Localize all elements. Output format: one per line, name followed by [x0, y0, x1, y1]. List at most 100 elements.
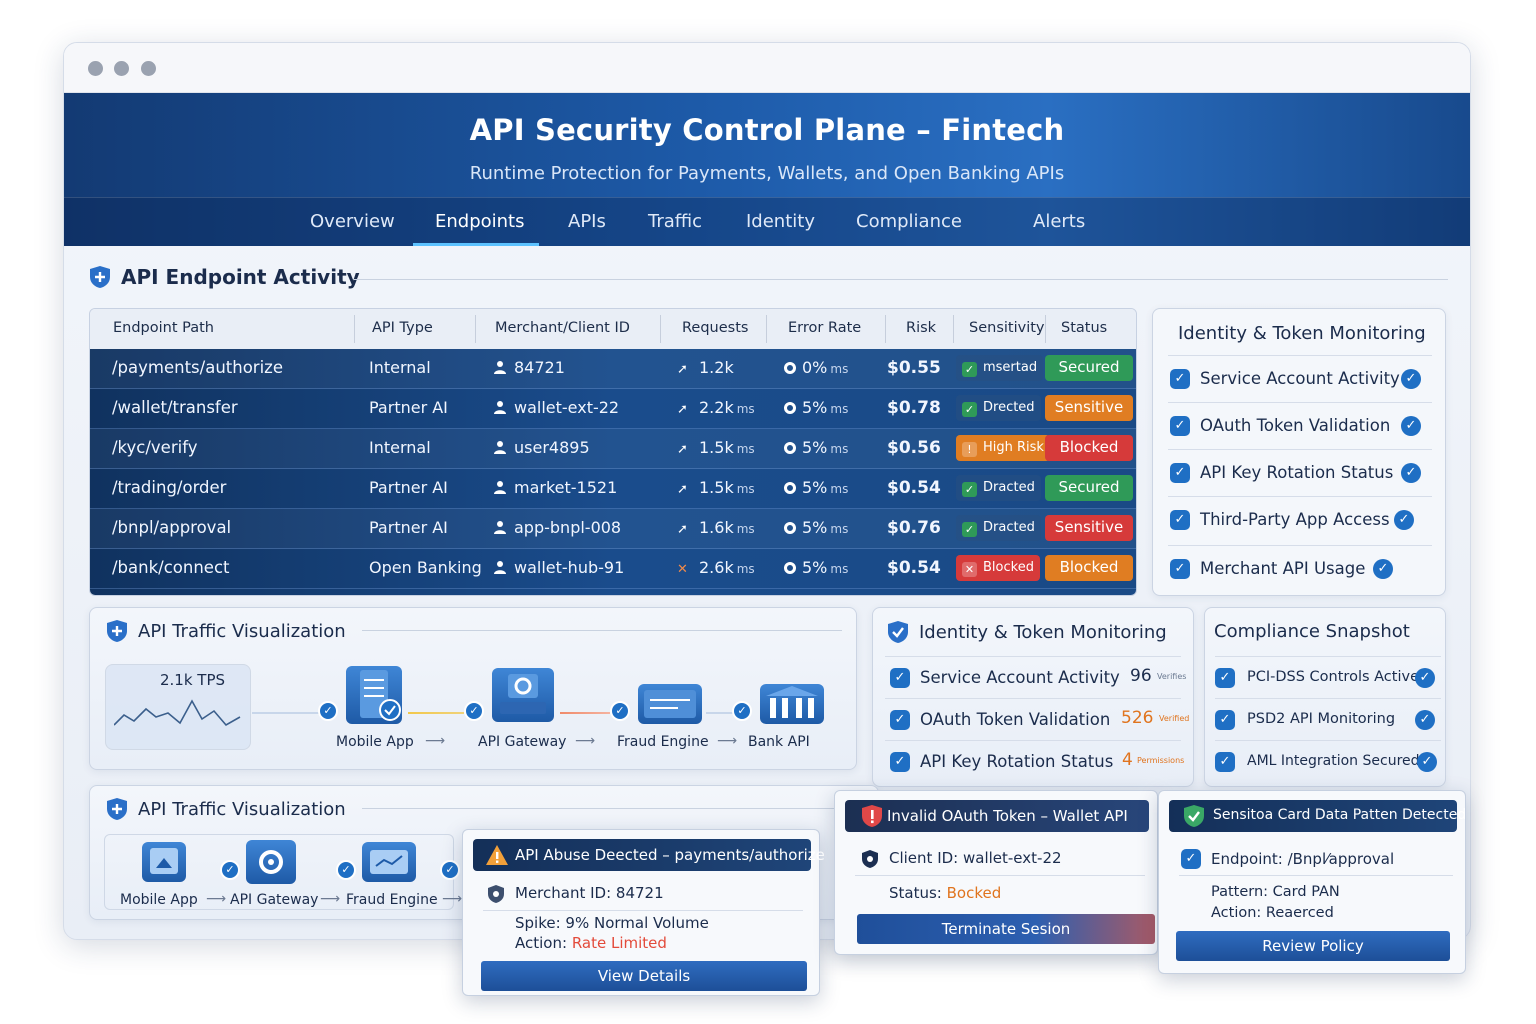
user-icon [494, 401, 506, 414]
status-badge[interactable]: Secured [1045, 355, 1133, 381]
table-row[interactable]: /bnpl/approval Partner AI app-bnpl-008 ➚ 1.6… [90, 509, 1136, 549]
col-error-rate[interactable]: Error Rate [788, 320, 861, 336]
shield-check-icon: ✓ [962, 522, 977, 537]
client-id: app-bnpl-008 [494, 518, 621, 537]
table-row[interactable]: /trading/order Partner AI market-1521 ➚ 1.5k… [90, 469, 1136, 509]
alert-status: Status: Bocked [889, 884, 1001, 902]
compliance-item-aml[interactable]: ✓ AML Integration Secured ✓ [1215, 740, 1441, 782]
requests: ✕ 2.6k ms [677, 558, 755, 577]
table-row[interactable]: /bank/connect Open Banking wallet-hub-91 ✕ 2… [90, 549, 1136, 589]
col-client-id[interactable]: Merchant/Client ID [495, 320, 630, 336]
identity-item-label: Merchant API Usage [1200, 559, 1366, 578]
tab-overview[interactable]: Overview [310, 211, 395, 232]
window-minimize-dot[interactable] [114, 61, 129, 76]
status-badge[interactable]: Secured [1045, 475, 1133, 501]
col-status[interactable]: Status [1061, 320, 1107, 336]
ring-icon [784, 482, 796, 494]
review-policy-button[interactable]: Review Policy [1176, 931, 1450, 961]
ring-icon [784, 442, 796, 454]
status-badge[interactable]: Sensitive [1045, 515, 1133, 541]
window-titlebar [64, 43, 1470, 93]
error-rate-unit: ms [830, 442, 849, 456]
col-requests[interactable]: Requests [682, 320, 748, 336]
alert-status-value: Bocked [946, 884, 1002, 902]
check-icon: ✓ [890, 752, 910, 772]
table-row[interactable]: /payments/authorize Internal 84721 ➚ 1.2k 0% m… [90, 349, 1136, 389]
error-rate-value: 5% [802, 518, 828, 537]
card-icon [644, 690, 696, 718]
endpoint-path[interactable]: /kyc/verify [112, 438, 198, 457]
fraud-engine-node-2[interactable] [362, 842, 416, 882]
error-rate: 5% ms [784, 518, 848, 537]
check-icon: ✓ [1170, 369, 1190, 389]
bank-api-node[interactable] [760, 684, 824, 724]
identity-item-third-party[interactable]: ✓ Third-Party App Access ✓ [1168, 496, 1432, 540]
error-rate: 5% ms [784, 478, 848, 497]
identity-row-oauth[interactable]: ✓ OAuth Token Validation 526 Verified [885, 698, 1189, 740]
identity-row-api-key[interactable]: ✓ API Key Rotation Status 4 Permissions [885, 740, 1184, 782]
fraud-engine-node[interactable] [638, 684, 702, 724]
alert-header: API Abuse Deected – payments/authorize [473, 839, 825, 871]
identity-row-service-account[interactable]: ✓ Service Account Activity 96 Verifies [885, 656, 1186, 698]
check-icon: ✓ [1401, 463, 1421, 483]
identity-card-header: Identity & Token Monitoring [887, 620, 1167, 644]
client-id: 84721 [494, 358, 565, 377]
alert-merchant-id: Merchant ID: 84721 [515, 884, 664, 902]
compliance-item-psd2[interactable]: ✓ PSD2 API Monitoring ✓ [1215, 698, 1441, 740]
traffic-viz2-header: API Traffic Visualization [106, 797, 346, 821]
terminate-session-button[interactable]: Terminate Sesion [857, 914, 1155, 944]
requests-unit: ms [736, 522, 755, 536]
table-row[interactable]: /wallet/transfer Partner AI wallet-ext-22 ➚… [90, 389, 1136, 429]
table-row[interactable]: /kyc/verify Internal user4895 ➚ 1.5k ms 5% ms $0… [90, 429, 1136, 469]
alert-spike: Spike: 9% Normal Volume [515, 914, 709, 932]
tab-endpoints[interactable]: Endpoints [435, 211, 525, 232]
status-badge[interactable]: Sensitive [1045, 395, 1133, 421]
endpoint-path[interactable]: /payments/authorize [112, 358, 283, 377]
tab-traffic[interactable]: Traffic [648, 211, 702, 232]
identity-item-oauth[interactable]: ✓ OAuth Token Validation ✓ [1168, 402, 1432, 446]
identity-item-label: Third-Party App Access [1200, 510, 1390, 529]
status-badge[interactable]: Blocked [1045, 555, 1133, 581]
requests-unit: ms [736, 402, 755, 416]
divider [1179, 875, 1453, 876]
check-icon: ✓ [318, 701, 338, 721]
mobile-app-node[interactable] [346, 666, 402, 724]
col-sensitivity[interactable]: Sensitivity [969, 320, 1045, 336]
client-id: wallet-hub-91 [494, 558, 624, 577]
view-details-button[interactable]: View Details [481, 961, 807, 991]
endpoint-path[interactable]: /trading/order [112, 478, 226, 497]
endpoint-path[interactable]: /wallet/transfer [112, 398, 238, 417]
client-id-value: user4895 [514, 438, 590, 457]
window-maximize-dot[interactable] [141, 61, 156, 76]
risk-value: $0.76 [887, 518, 941, 538]
api-gateway-node[interactable] [492, 668, 554, 722]
section-divider [362, 808, 862, 809]
compliance-item-pci[interactable]: ✓ PCI-DSS Controls Active ✓ [1215, 656, 1441, 698]
tab-identity[interactable]: Identity [746, 211, 815, 232]
tab-alerts[interactable]: Alerts [1033, 211, 1085, 232]
tab-compliance[interactable]: Compliance [856, 211, 962, 232]
identity-item-merchant-usage[interactable]: ✓ Merchant API Usage ✓ [1168, 545, 1432, 589]
check-icon: ✓ [1401, 369, 1421, 389]
arrow-right-icon: ⟶ [320, 891, 341, 907]
mobile-app-node-2[interactable] [142, 842, 186, 882]
check-icon: ✓ [1415, 710, 1435, 730]
tab-apis[interactable]: APIs [568, 211, 606, 232]
client-id: user4895 [494, 438, 590, 457]
endpoint-path[interactable]: /bnpl/approval [112, 518, 231, 537]
client-id: market-1521 [494, 478, 617, 497]
col-api-type[interactable]: API Type [372, 320, 433, 336]
identity-item-service-account[interactable]: ✓ Service Account Activity ✓ [1168, 355, 1432, 399]
user-icon [494, 441, 506, 454]
api-gateway-node-2[interactable] [246, 840, 296, 884]
risk-value: $0.54 [887, 478, 941, 498]
endpoint-path[interactable]: /bank/connect [112, 558, 230, 577]
identity-item-api-key[interactable]: ✓ API Key Rotation Status ✓ [1168, 449, 1432, 493]
arrow-right-icon: ⟶ [206, 891, 227, 907]
window-close-dot[interactable] [88, 61, 103, 76]
col-endpoint-path[interactable]: Endpoint Path [113, 320, 214, 336]
ring-icon [784, 402, 796, 414]
status-badge[interactable]: Blocked [1045, 435, 1133, 461]
col-risk[interactable]: Risk [906, 320, 936, 336]
check-icon: ✓ [1373, 559, 1393, 579]
